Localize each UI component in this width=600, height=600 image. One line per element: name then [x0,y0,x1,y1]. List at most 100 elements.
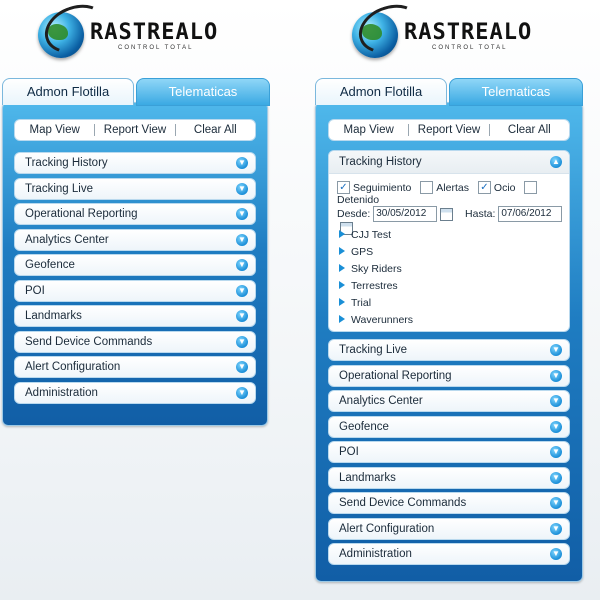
menu-item-label: Geofence [339,420,389,433]
filter-row: ✓ Seguimiento Alertas ✓ Ocio Detenido [337,181,569,206]
left-panel: RASTREALO CONTROL TOTAL Admon Flotilla T… [0,0,300,600]
map-view-button[interactable]: Map View [15,124,94,136]
triangle-right-icon [339,247,345,255]
menu-item-label: Administration [339,548,412,560]
right-panel: RASTREALO CONTROL TOTAL Admon Flotilla T… [300,0,600,600]
alertas-checkbox[interactable] [420,181,434,194]
desde-date-field[interactable]: 30/05/2012 [373,206,438,222]
chevron-down-icon[interactable]: ▼ [236,310,248,322]
clear-all-button[interactable]: Clear All [176,124,255,136]
chevron-down-icon[interactable]: ▼ [550,395,562,407]
chevron-down-icon[interactable]: ▼ [550,497,562,509]
menu-item-administration[interactable]: Administration ▼ [14,381,256,404]
group-item-label: GPS [351,246,374,258]
chevron-up-icon[interactable]: ▲ [550,156,562,168]
menu-item-tracking-live[interactable]: Tracking Live ▼ [14,177,256,200]
chevron-down-icon[interactable]: ▼ [236,208,248,220]
hasta-label: Hasta: [465,207,496,220]
chevron-down-icon[interactable]: ▼ [236,361,248,373]
menu-item-geofence[interactable]: Geofence ▼ [14,254,256,276]
chevron-down-icon[interactable]: ▼ [550,420,562,433]
logo: RASTREALO CONTROL TOTAL [352,0,552,62]
chevron-down-icon[interactable]: ▼ [550,522,562,535]
chevron-down-icon[interactable]: ▼ [236,182,248,195]
triangle-right-icon [339,281,345,289]
menu-item-alert-configuration[interactable]: Alert Configuration ▼ [328,517,570,540]
group-item-trial[interactable]: Trial [339,297,371,309]
group-item-label: Sky Riders [351,263,402,275]
tab-bar: Admon Flotilla Telematicas [315,78,583,106]
group-item-gps[interactable]: GPS [339,246,373,258]
menu-item-landmarks[interactable]: Landmarks ▼ [14,305,256,327]
group-item-terrestres[interactable]: Terrestres [339,280,398,292]
report-view-button[interactable]: Report View [95,124,174,136]
chevron-down-icon[interactable]: ▼ [550,344,562,356]
calendar-icon[interactable] [440,207,454,221]
hasta-date-field[interactable]: 07/06/2012 [498,206,563,222]
menu-item-label: POI [25,284,45,297]
group-item-waverunners[interactable]: Waverunners [339,314,413,326]
menu-item-poi[interactable]: POI ▼ [14,279,256,302]
detenido-checkbox[interactable] [524,181,538,194]
menu-item-administration[interactable]: Administration ▼ [328,543,570,565]
map-view-button[interactable]: Map View [329,124,408,136]
menu-item-label: Geofence [25,259,75,271]
group-item-cjj-test[interactable]: CJJ Test [339,229,391,241]
menu-item-operational-reporting[interactable]: Operational Reporting ▼ [14,203,256,225]
chevron-down-icon[interactable]: ▼ [550,369,562,382]
menu-item-label: POI [339,446,359,458]
menu-item-label: Send Device Commands [339,497,467,509]
menu-item-label: Administration [25,386,98,399]
menu-item-send-device-commands[interactable]: Send Device Commands ▼ [328,492,570,514]
triangle-right-icon [339,315,345,323]
chevron-down-icon[interactable]: ▼ [236,284,248,297]
brand-name: RASTREALO [404,20,533,45]
chevron-down-icon[interactable]: ▼ [236,335,248,348]
chevron-down-icon[interactable]: ▼ [550,548,562,560]
menu-item-label: Alert Configuration [339,522,435,535]
menu-item-label: Landmarks [25,310,82,322]
ocio-checkbox[interactable]: ✓ [477,181,491,194]
menu-item-analytics-center[interactable]: Analytics Center ▼ [14,228,256,251]
view-toolbar: Map View Report View Clear All [328,119,570,141]
menu-item-tracking-history[interactable]: Tracking History ▼ [14,152,256,174]
tracking-history-header[interactable]: Tracking History ▲ [329,151,569,174]
menu-item-label: Tracking Live [25,182,93,195]
tab-telematicas[interactable]: Telematicas [449,78,583,106]
menu-item-send-device-commands[interactable]: Send Device Commands ▼ [14,330,256,353]
menu-item-label: Operational Reporting [339,369,452,382]
triangle-right-icon [339,264,345,272]
report-view-button[interactable]: Report View [409,124,488,136]
chevron-down-icon[interactable]: ▼ [236,233,248,246]
menu-item-geofence[interactable]: Geofence ▼ [328,415,570,438]
menu-item-analytics-center[interactable]: Analytics Center ▼ [328,390,570,412]
tab-admon-flotilla[interactable]: Admon Flotilla [2,78,134,105]
seguimiento-checkbox[interactable]: ✓ [337,181,350,194]
chevron-down-icon[interactable]: ▼ [236,259,248,271]
alertas-label: Alertas [436,181,469,194]
group-item-label: Waverunners [351,314,414,326]
menu-item-tracking-live[interactable]: Tracking Live ▼ [328,339,570,361]
menu-item-alert-configuration[interactable]: Alert Configuration ▼ [14,356,256,378]
logo: RASTREALO CONTROL TOTAL [38,0,238,62]
chevron-down-icon[interactable]: ▼ [236,386,248,399]
chevron-down-icon[interactable]: ▼ [550,446,562,458]
group-item-sky-riders[interactable]: Sky Riders [339,263,402,275]
menu-item-operational-reporting[interactable]: Operational Reporting ▼ [328,364,570,387]
clear-all-button[interactable]: Clear All [490,124,569,136]
menu-item-label: Analytics Center [339,395,423,407]
menu-item-landmarks[interactable]: Landmarks ▼ [328,466,570,489]
menu-item-label: Analytics Center [25,233,109,246]
tab-admon-flotilla[interactable]: Admon Flotilla [315,78,447,105]
chevron-down-icon[interactable]: ▼ [550,471,562,484]
group-item-label: Trial [351,297,372,309]
view-toolbar: Map View Report View Clear All [14,119,256,141]
menu-item-label: Tracking Live [339,344,407,356]
desde-label: Desde: [337,207,371,220]
menu-item-label: Alert Configuration [25,361,121,373]
menu-item-label: Send Device Commands [25,335,153,348]
chevron-down-icon[interactable]: ▼ [236,157,248,169]
tab-telematicas[interactable]: Telematicas [136,78,270,106]
tab-bar: Admon Flotilla Telematicas [2,78,270,106]
menu-item-poi[interactable]: POI ▼ [328,441,570,463]
